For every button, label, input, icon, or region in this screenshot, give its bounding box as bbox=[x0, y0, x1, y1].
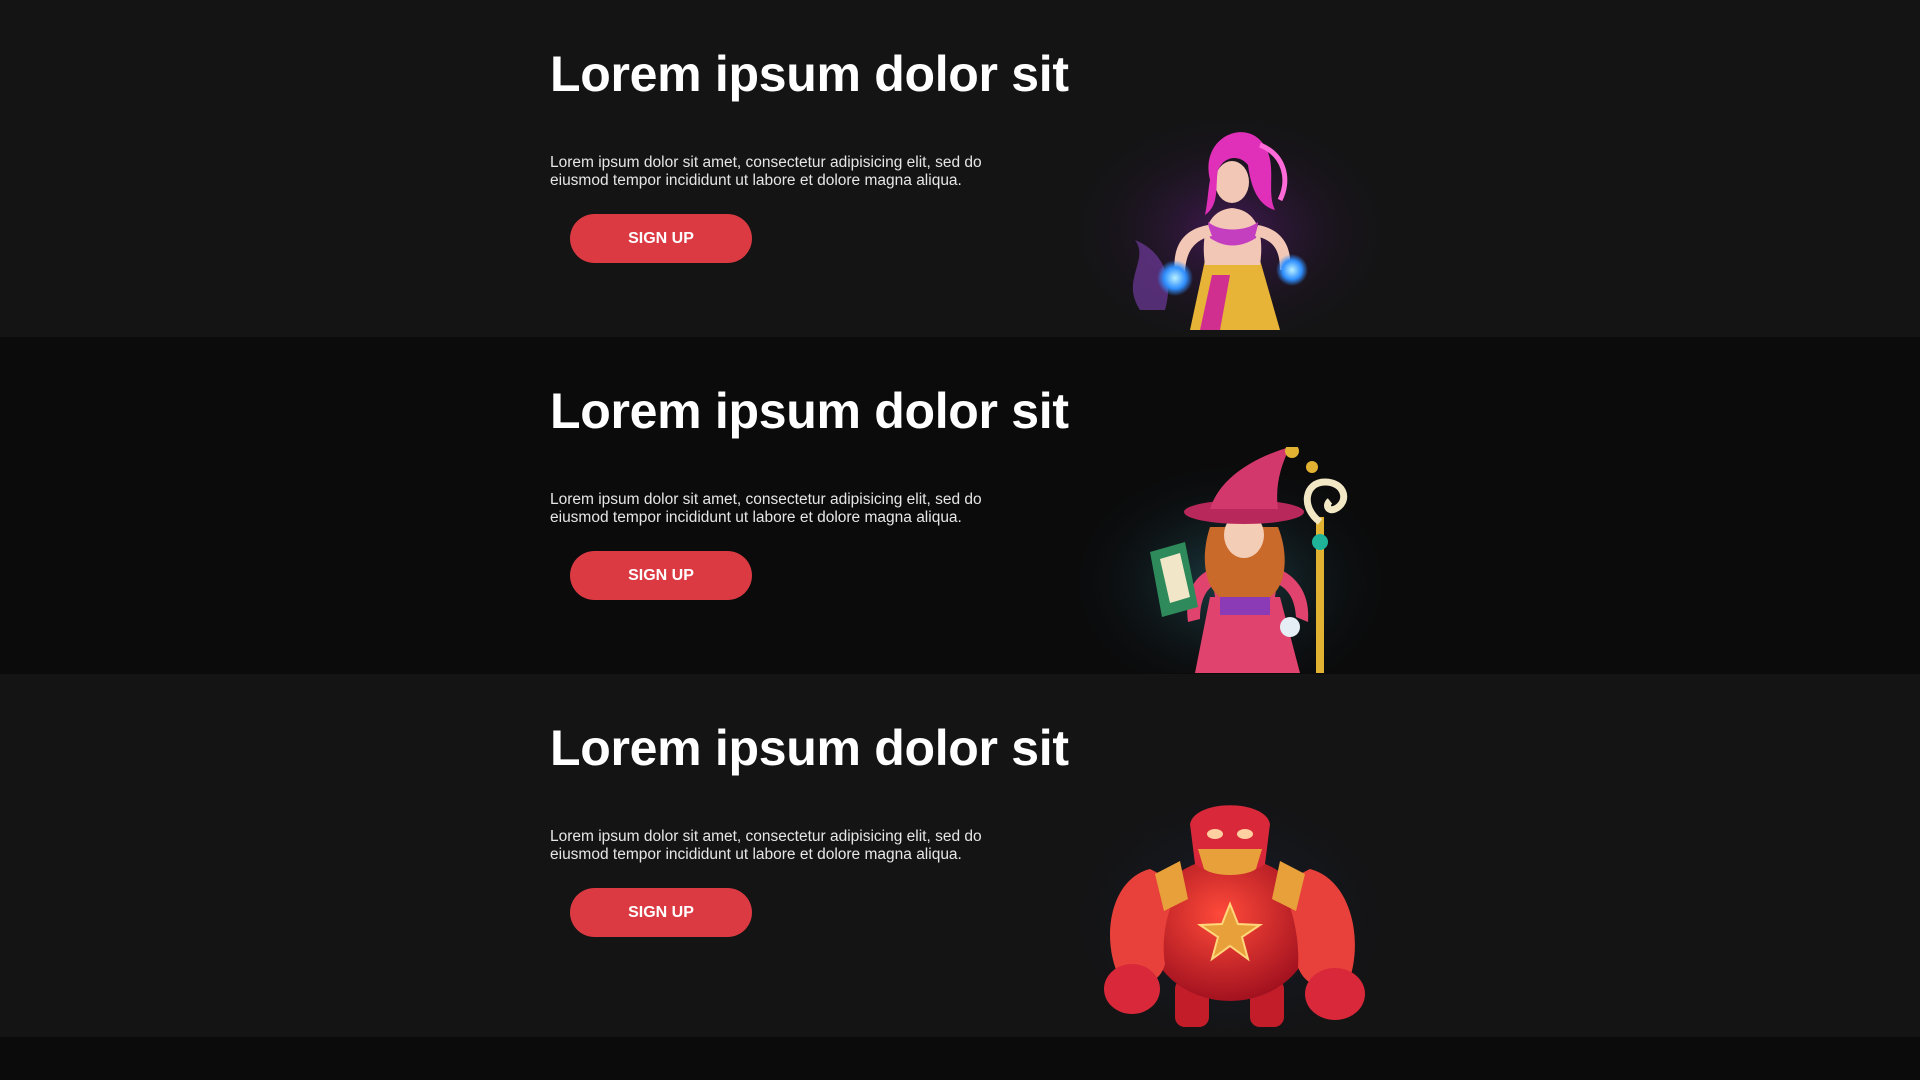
sign-up-button[interactable]: SIGN UP bbox=[570, 551, 752, 600]
promo-section-1: Lorem ipsum dolor sit Lorem ipsum dolor … bbox=[0, 0, 1920, 337]
promo-content: Lorem ipsum dolor sit Lorem ipsum dolor … bbox=[550, 718, 1070, 937]
promo-title: Lorem ipsum dolor sit bbox=[550, 46, 1069, 102]
footer-strip bbox=[0, 1037, 1920, 1080]
promo-description: Lorem ipsum dolor sit amet, consectetur … bbox=[550, 828, 982, 863]
promo-title: Lorem ipsum dolor sit bbox=[550, 720, 1069, 776]
sorceress-illustration bbox=[1080, 110, 1380, 330]
promo-title: Lorem ipsum dolor sit bbox=[550, 383, 1069, 439]
promo-description: Lorem ipsum dolor sit amet, consectetur … bbox=[550, 154, 982, 189]
witch-illustration bbox=[1080, 447, 1380, 673]
promo-content: Lorem ipsum dolor sit Lorem ipsum dolor … bbox=[550, 44, 1070, 263]
promo-description: Lorem ipsum dolor sit amet, consectetur … bbox=[550, 491, 982, 526]
promo-content: Lorem ipsum dolor sit Lorem ipsum dolor … bbox=[550, 381, 1070, 600]
sign-up-button[interactable]: SIGN UP bbox=[570, 888, 752, 937]
promo-section-3: Lorem ipsum dolor sit Lorem ipsum dolor … bbox=[0, 674, 1920, 1037]
sign-up-button[interactable]: SIGN UP bbox=[570, 214, 752, 263]
promo-section-2: Lorem ipsum dolor sit Lorem ipsum dolor … bbox=[0, 337, 1920, 674]
golem-illustration bbox=[1080, 789, 1380, 1029]
